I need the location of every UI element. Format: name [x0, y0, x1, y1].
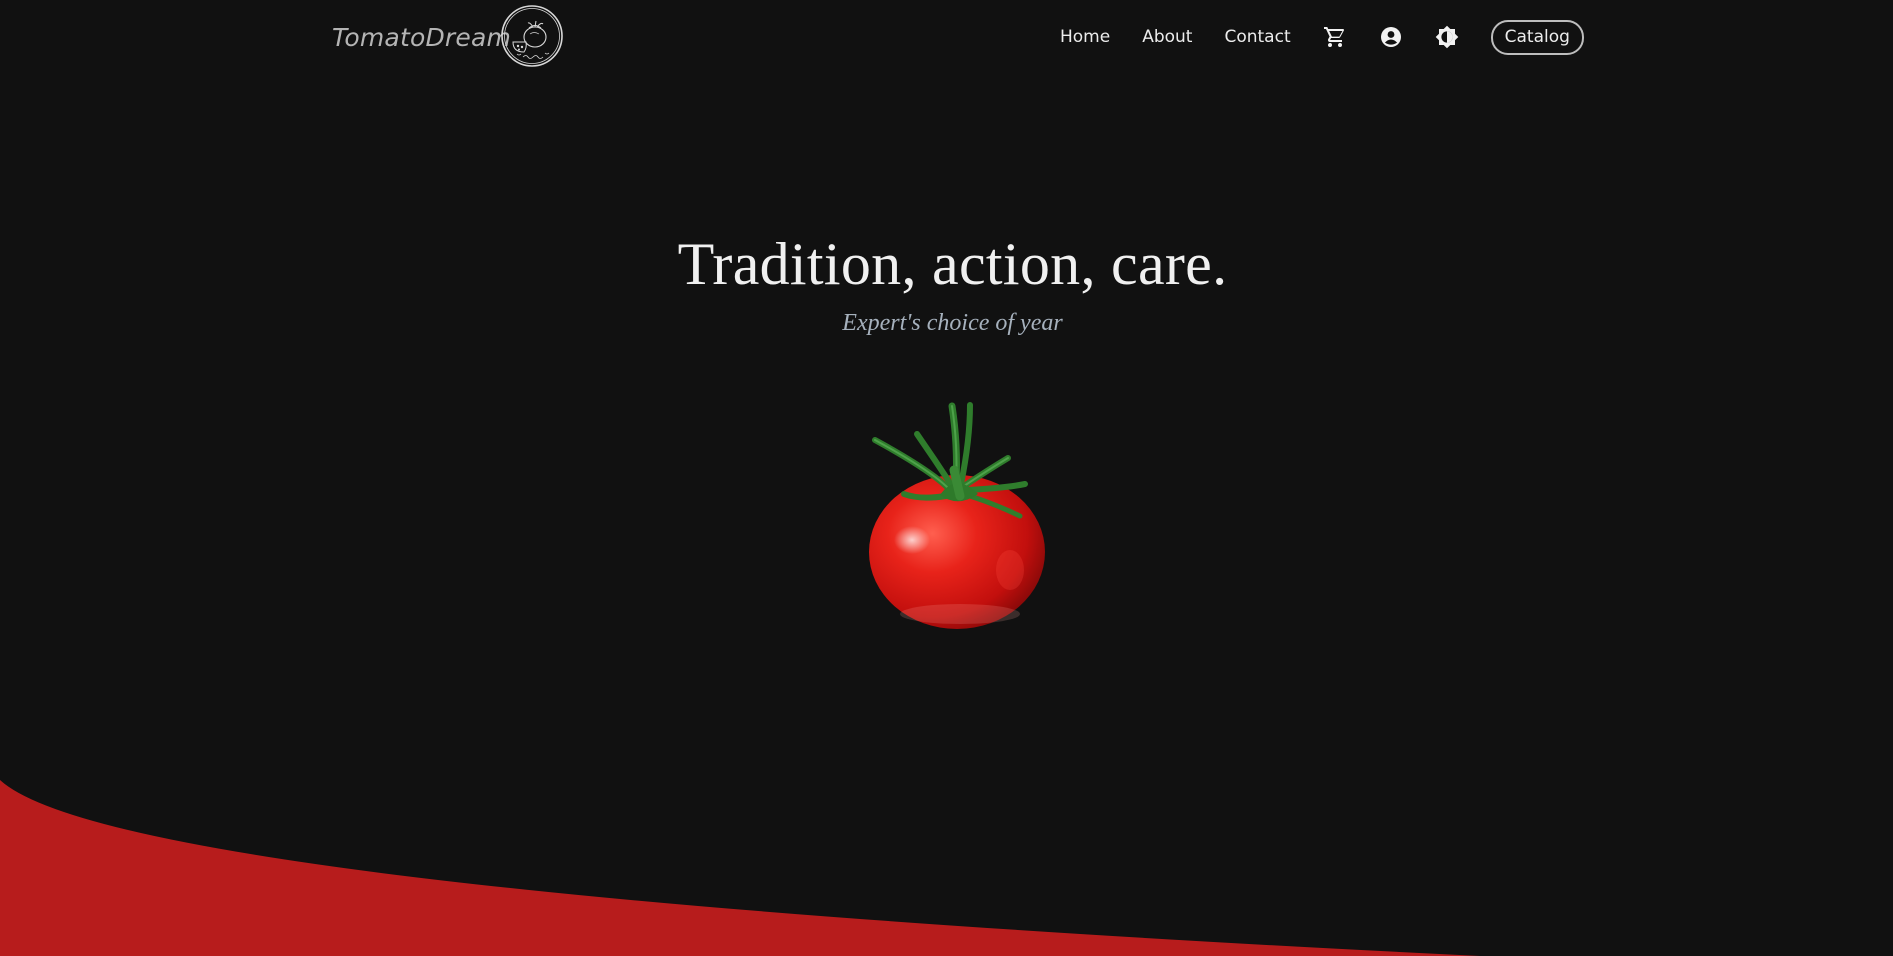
brand[interactable]: TomatoDream	[332, 5, 563, 67]
account-circle-icon[interactable]	[1379, 25, 1403, 49]
hero-subtitle: Expert's choice of year	[842, 310, 1063, 336]
site-header: TomatoDream Home About Contact Catalog	[0, 0, 1893, 74]
nav-about-link[interactable]: About	[1142, 27, 1192, 47]
brand-name[interactable]: TomatoDream	[332, 23, 511, 52]
nav-contact-link[interactable]: Contact	[1224, 27, 1290, 47]
red-wave-shape	[0, 780, 1480, 956]
tomato-logo-icon[interactable]	[500, 4, 564, 68]
nav-home-link[interactable]: Home	[1060, 27, 1110, 47]
catalog-button[interactable]: Catalog	[1490, 19, 1584, 55]
main-nav: Home About Contact Catalog	[1060, 19, 1584, 55]
brightness-icon[interactable]	[1435, 25, 1459, 49]
tomato-image	[869, 402, 1045, 629]
cart-icon[interactable]	[1323, 25, 1347, 49]
hero-title: Tradition, action, care.	[677, 231, 1228, 297]
